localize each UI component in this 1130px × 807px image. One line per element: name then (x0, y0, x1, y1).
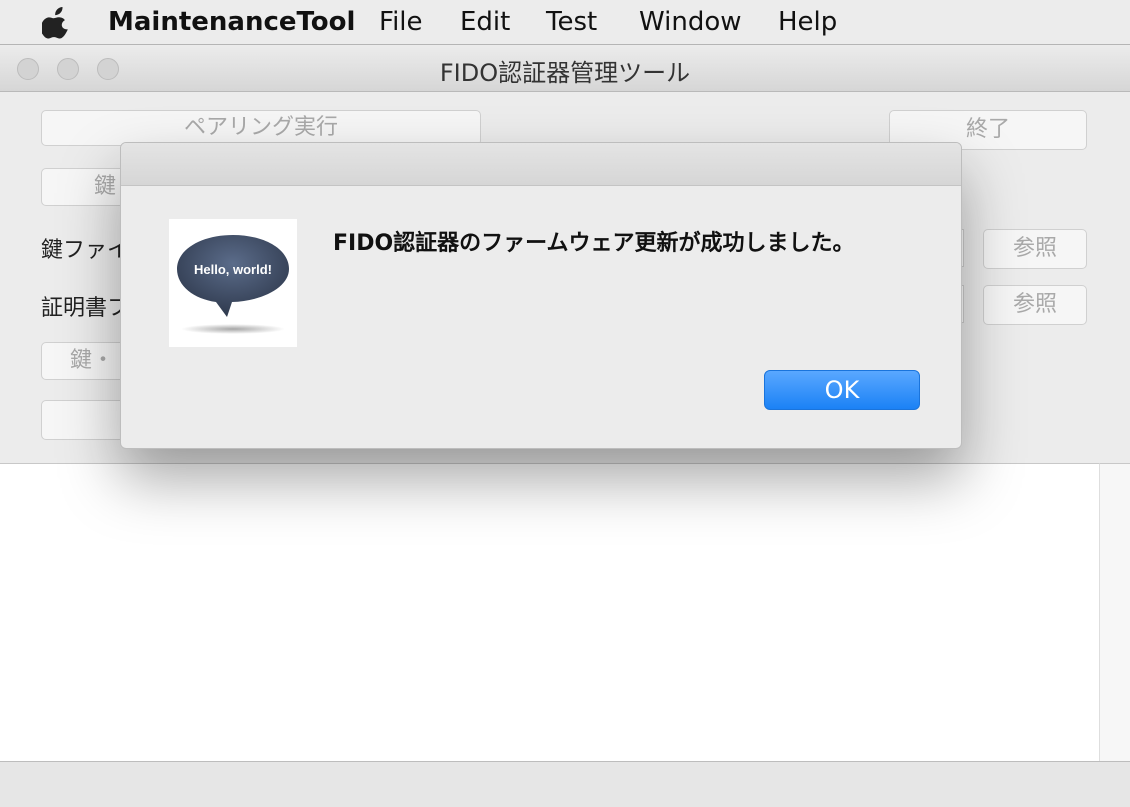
menu-app-name[interactable]: MaintenanceTool (108, 5, 355, 39)
pairing-button[interactable]: ペアリング実行 (41, 110, 481, 146)
window-title: FIDO認証器管理ツール (439, 59, 691, 87)
menu-file[interactable]: File (379, 5, 423, 39)
icon-text: Hello, world! (194, 262, 272, 277)
sheet-header (121, 143, 961, 186)
log-scrollbar[interactable] (1099, 463, 1130, 762)
menu-bar: MaintenanceTool File Edit Test Window He… (0, 0, 1130, 44)
key-file-label: 鍵ファイ (41, 238, 130, 263)
menu-edit[interactable]: Edit (460, 5, 510, 39)
window-titlebar[interactable]: FIDO認証器管理ツール (0, 45, 1130, 92)
ok-button[interactable]: OK (764, 370, 920, 410)
menu-test[interactable]: Test (546, 5, 597, 39)
dialog-message: FIDO認証器のファームウェア更新が成功しました。 (333, 231, 855, 256)
speech-bubble-icon: Hello, world! (177, 235, 289, 334)
cert-file-browse-button[interactable]: 参照 (983, 285, 1087, 325)
apple-icon[interactable] (42, 5, 72, 39)
cert-file-label: 証明書フ (41, 296, 130, 321)
status-bar (0, 761, 1130, 807)
app-icon: Hello, world! (169, 219, 297, 347)
menu-window[interactable]: Window (639, 5, 742, 39)
alert-sheet: Hello, world! FIDO認証器のファームウェア更新が成功しました。 … (120, 142, 962, 449)
key-file-browse-button[interactable]: 参照 (983, 229, 1087, 269)
log-text-area[interactable] (0, 463, 1099, 762)
menu-help[interactable]: Help (778, 5, 837, 39)
